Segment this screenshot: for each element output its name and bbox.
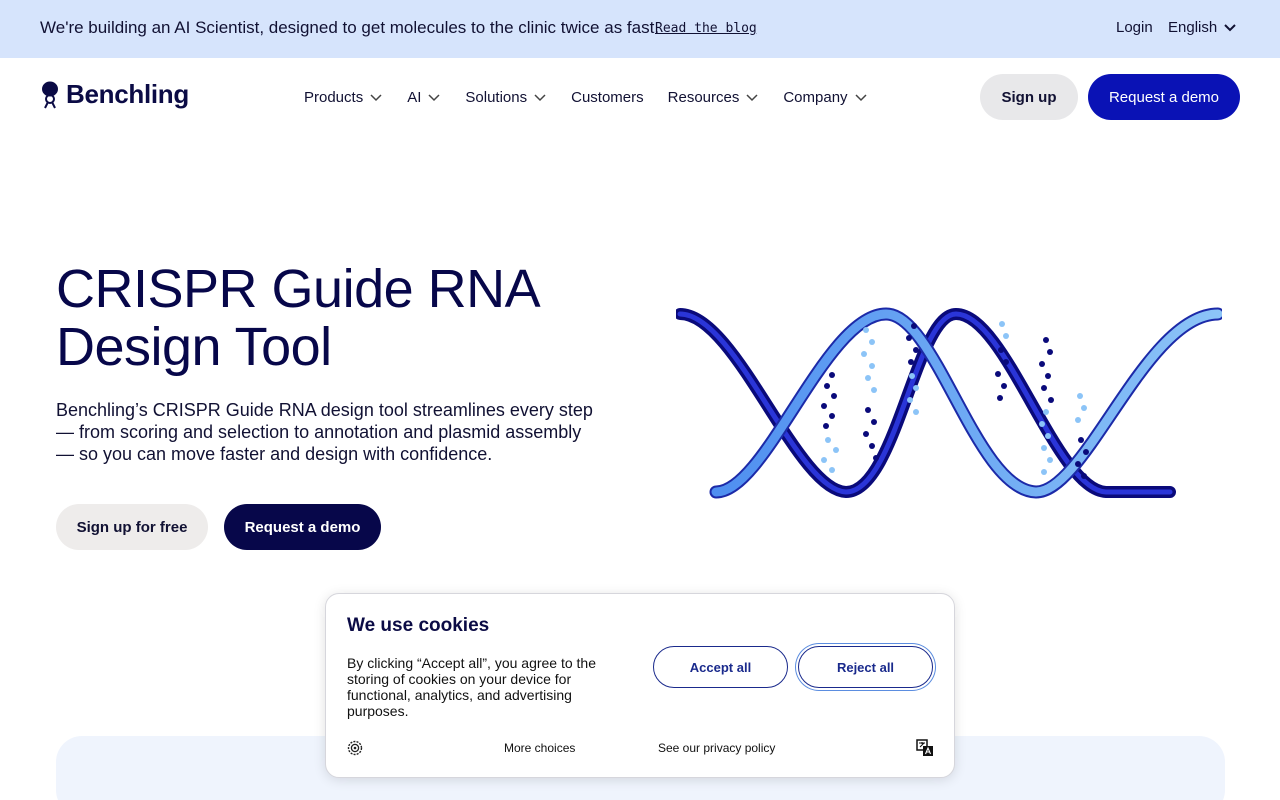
request-demo-button[interactable]: Request a demo <box>1088 74 1240 120</box>
chevron-down-icon <box>428 93 440 101</box>
benchling-mascot-icon <box>42 81 58 108</box>
signup-free-button[interactable]: Sign up for free <box>56 504 208 550</box>
announcement-text: We're building an AI Scientist, designed… <box>40 18 660 37</box>
chevron-down-icon <box>746 93 758 101</box>
hero-request-demo-button[interactable]: Request a demo <box>224 504 381 550</box>
translate-icon[interactable] <box>916 739 934 757</box>
nav-customers[interactable]: Customers <box>571 87 644 107</box>
reject-all-button[interactable]: Reject all <box>798 646 933 688</box>
announcement-bar: We're building an AI Scientist, designed… <box>0 0 1280 58</box>
privacy-policy-link[interactable]: See our privacy policy <box>658 741 775 755</box>
chevron-down-icon <box>534 93 546 101</box>
nav-resources[interactable]: Resources <box>668 87 760 107</box>
nav-company[interactable]: Company <box>783 87 867 107</box>
more-choices-link[interactable]: More choices <box>504 741 575 755</box>
cookie-banner: We use cookies By clicking “Accept all”,… <box>325 593 955 778</box>
cookie-title: We use cookies <box>347 615 490 636</box>
read-blog-link[interactable]: Read the blog <box>655 21 757 36</box>
chevron-down-icon <box>370 93 382 101</box>
benchling-logo[interactable]: Benchling <box>40 79 189 110</box>
nav-products[interactable]: Products <box>304 87 383 107</box>
login-link[interactable]: Login <box>1116 19 1153 36</box>
nav-solutions[interactable]: Solutions <box>465 87 547 107</box>
page-title: CRISPR Guide RNA Design Tool <box>56 259 538 377</box>
logo-text: Benchling <box>66 79 189 109</box>
settings-icon[interactable] <box>347 740 363 756</box>
dna-helix-illustration <box>676 307 1222 499</box>
signup-button[interactable]: Sign up <box>980 74 1078 120</box>
main-nav: Products AI Solutions Customers Resource… <box>304 87 892 107</box>
language-label: English <box>1168 19 1218 36</box>
nav-ai[interactable]: AI <box>407 87 441 107</box>
hero-description: Benchling’s CRISPR Guide RNA design tool… <box>56 400 593 464</box>
cookie-text: By clicking “Accept all”, you agree to t… <box>347 655 597 719</box>
chevron-down-icon <box>855 93 867 101</box>
chevron-down-icon <box>1224 23 1236 31</box>
language-selector[interactable]: English <box>1168 19 1237 36</box>
accept-all-button[interactable]: Accept all <box>653 646 788 688</box>
